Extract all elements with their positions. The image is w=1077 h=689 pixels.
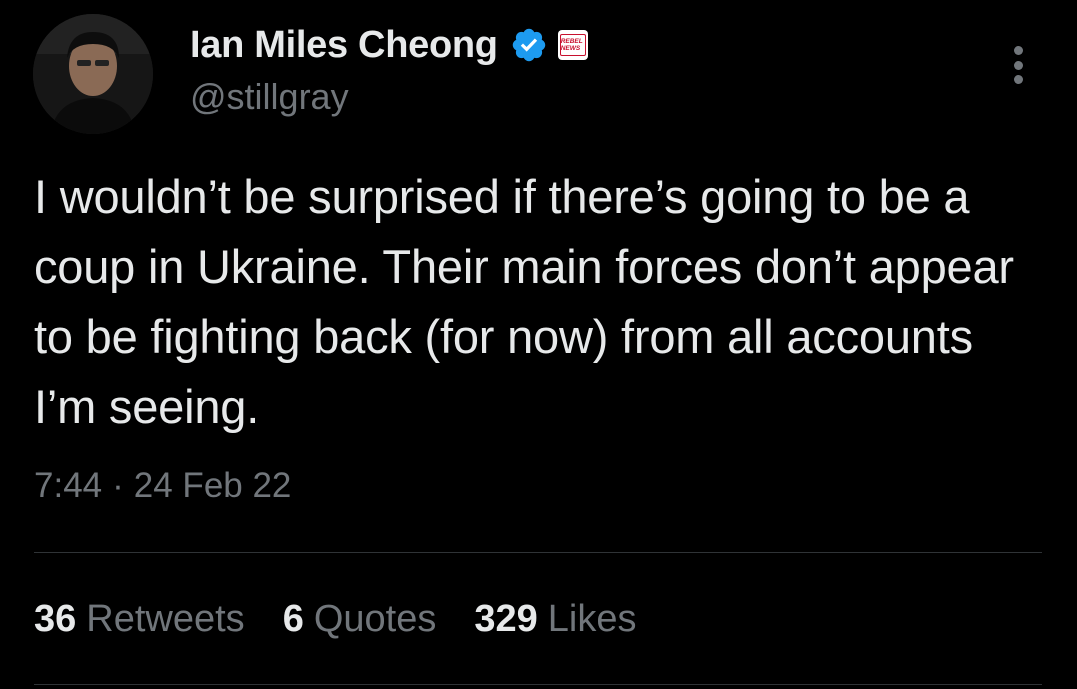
likes-label: Likes [547,598,637,640]
avatar-image [33,14,153,134]
more-dot [1013,75,1023,84]
more-dot [1013,60,1023,70]
author-handle[interactable]: @stillgray [190,76,349,118]
affiliation-logo: REBEL NEWS [559,34,586,56]
likes-stat[interactable]: 329 Likes [474,598,636,641]
tweet-text: I wouldn’t be surprised if there’s going… [34,170,1014,433]
likes-count: 329 [474,598,538,640]
quotes-count: 6 [282,598,304,640]
more-dot [1013,46,1023,55]
tweet-timestamp[interactable]: 7:44 · 24 Feb 22 [34,466,291,506]
divider [34,684,1042,685]
affiliation-badge-text: REBEL NEWS [560,38,583,52]
retweets-stat[interactable]: 36 Retweets [34,598,245,641]
retweets-count: 36 [34,598,77,640]
tweet-time: 7:44 [34,466,103,505]
avatar[interactable] [33,14,153,134]
quotes-stat[interactable]: 6 Quotes [283,598,437,641]
author-display-name[interactable]: Ian Miles Cheong [190,24,498,67]
tweet-date: 24 Feb 22 [133,466,292,505]
affiliation-badge[interactable]: REBEL NEWS [557,30,588,60]
divider [34,552,1042,553]
more-options-icon[interactable] [1001,44,1035,86]
retweets-label: Retweets [86,598,245,640]
meta-separator: · [112,466,124,505]
engagement-stats: 36 Retweets 6 Quotes 329 Likes [34,598,674,641]
author-name-row: Ian Miles Cheong REBEL NEWS [190,20,588,70]
verified-badge-icon[interactable] [510,26,548,64]
quotes-label: Quotes [313,598,437,640]
